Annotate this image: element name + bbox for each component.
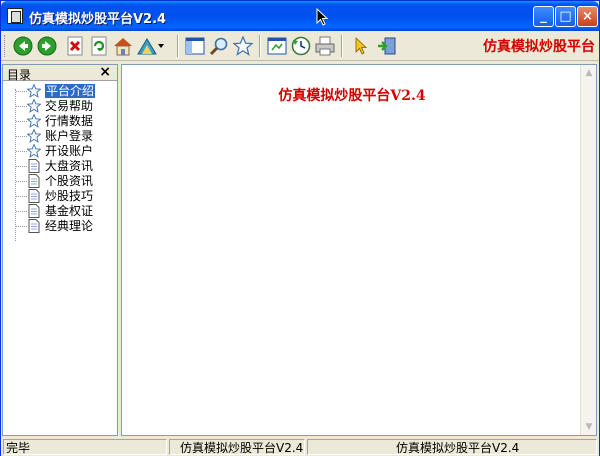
tree-item-trading-tips[interactable]: 炒股技巧	[3, 189, 117, 204]
page-icon	[28, 219, 40, 233]
star-icon	[27, 129, 41, 143]
tree-item-label: 个股资讯	[45, 174, 94, 188]
exit-icon	[378, 37, 396, 55]
print-button[interactable]	[313, 34, 337, 58]
maximize-button[interactable]: □	[555, 6, 576, 27]
page-icon	[28, 159, 40, 173]
pointer-icon	[355, 37, 368, 55]
page-icon	[28, 189, 40, 203]
tree-item-label: 炒股技巧	[45, 189, 94, 203]
print-icon	[315, 36, 335, 56]
tree-item-label: 交易帮助	[45, 99, 94, 113]
window-icon	[267, 37, 287, 55]
page-icon	[28, 174, 40, 188]
history-icon	[291, 36, 311, 56]
status-bar: 完毕 仿真模拟炒股平台V2.4 仿真模拟炒股平台V2.4	[1, 438, 599, 456]
mouse-cursor-icon	[316, 8, 328, 26]
tree-item-stock-news[interactable]: 个股资讯	[3, 174, 117, 189]
status-pane-title-secondary: 仿真模拟炒股平台V2.4	[307, 439, 597, 455]
refresh-icon	[91, 36, 107, 56]
stop-button[interactable]	[63, 34, 87, 58]
tree-item-open-account[interactable]: 开设账户	[3, 144, 117, 159]
window-button[interactable]	[265, 34, 289, 58]
tree-item-trading-help[interactable]: 交易帮助	[3, 99, 117, 114]
tree-item-account-login[interactable]: 账户登录	[3, 129, 117, 144]
pointer-button[interactable]	[349, 34, 373, 58]
main-window: 仿真模拟炒股平台V2.4 _ □ × 仿真模拟炒股平台 目录 × 平台介绍 交易…	[0, 0, 600, 456]
tree-item-market-news[interactable]: 大盘资讯	[3, 159, 117, 174]
refresh-button[interactable]	[87, 34, 111, 58]
toolbar-separator	[341, 35, 343, 57]
tree-item-label: 行情数据	[45, 114, 94, 128]
window-title: 仿真模拟炒股平台V2.4	[29, 12, 167, 27]
search-icon	[209, 37, 228, 56]
scroll-down-icon[interactable]: ▼	[581, 419, 597, 435]
stop-icon	[67, 36, 83, 56]
page-title: 仿真模拟炒股平台V2.4	[278, 88, 426, 104]
minimize-button[interactable]: _	[533, 6, 554, 27]
star-icon	[27, 84, 41, 98]
exit-button[interactable]	[375, 34, 399, 58]
home-button[interactable]	[111, 34, 135, 58]
tree-item-funds-warrants[interactable]: 基金权证	[3, 204, 117, 219]
contents-pane: 目录 × 平台介绍 交易帮助 行情数据 账户登录 开设账户 大盘资讯 个股资讯 …	[2, 64, 118, 436]
forward-arrow-icon	[37, 36, 57, 56]
status-text: 完毕	[3, 439, 167, 455]
close-button[interactable]: ×	[577, 6, 598, 27]
tree-item-label: 平台介绍	[45, 84, 96, 98]
locate-dropdown[interactable]	[155, 34, 167, 58]
chevron-down-icon	[158, 44, 164, 48]
tree-item-label: 基金权证	[45, 204, 94, 218]
home-icon	[114, 38, 132, 56]
toolbar-grip[interactable]	[4, 35, 7, 57]
search-button[interactable]	[207, 34, 231, 58]
tree-item-label: 账户登录	[45, 129, 94, 143]
scroll-up-icon[interactable]: ▲	[581, 65, 597, 81]
back-arrow-icon	[13, 36, 33, 56]
history-button[interactable]	[289, 34, 313, 58]
back-button[interactable]	[11, 34, 35, 58]
toolbar-separator	[259, 35, 261, 57]
toolbar: 仿真模拟炒股平台	[1, 31, 599, 61]
status-pane-title: 仿真模拟炒股平台V2.4	[169, 439, 305, 455]
show-pane-button[interactable]	[183, 34, 207, 58]
star-icon	[233, 36, 253, 56]
tree-item-label: 开设账户	[45, 144, 94, 158]
title-bar[interactable]: 仿真模拟炒股平台V2.4 _ □ ×	[1, 1, 599, 31]
star-icon	[27, 114, 41, 128]
vertical-scrollbar[interactable]: ▲ ▼	[580, 65, 596, 435]
tree-item-label: 经典理论	[45, 219, 94, 233]
contents-header: 目录 ×	[3, 64, 117, 82]
close-pane-icon[interactable]: ×	[99, 64, 111, 80]
tree-item-classic-theory[interactable]: 经典理论	[3, 219, 117, 234]
forward-button[interactable]	[35, 34, 59, 58]
app-icon[interactable]	[7, 8, 23, 24]
content-pane: 仿真模拟炒股平台V2.4 ▲ ▼	[121, 64, 597, 436]
tree-item-label: 大盘资讯	[45, 159, 94, 173]
tree-item-platform-intro[interactable]: 平台介绍	[3, 84, 117, 99]
contents-tree: 平台介绍 交易帮助 行情数据 账户登录 开设账户 大盘资讯 个股资讯 炒股技巧 …	[3, 81, 117, 241]
star-icon	[27, 144, 41, 158]
favorites-button[interactable]	[231, 34, 255, 58]
page-icon	[28, 204, 40, 218]
brand-label: 仿真模拟炒股平台	[483, 39, 595, 55]
pane-icon	[185, 37, 205, 55]
toolbar-separator	[177, 35, 179, 57]
star-icon	[27, 99, 41, 113]
tree-item-market-data[interactable]: 行情数据	[3, 114, 117, 129]
